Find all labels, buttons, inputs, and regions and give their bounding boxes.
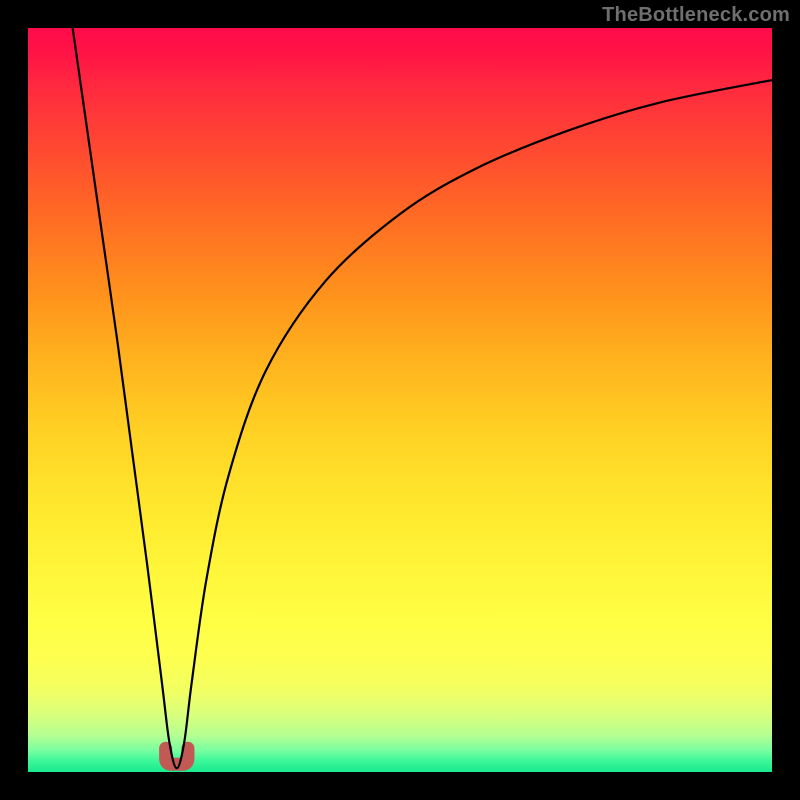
dip-marker xyxy=(166,748,188,764)
curve-layer xyxy=(28,28,772,772)
watermark-text: TheBottleneck.com xyxy=(602,4,790,27)
bottleneck-curve xyxy=(73,28,772,768)
chart-frame: TheBottleneck.com xyxy=(0,0,800,800)
plot-area xyxy=(28,28,772,772)
